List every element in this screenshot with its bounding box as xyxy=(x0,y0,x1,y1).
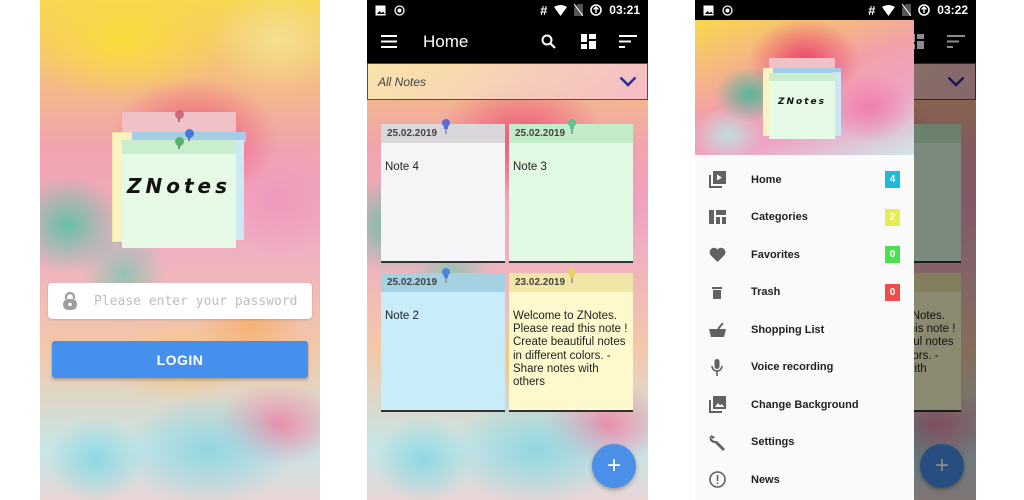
data-saver-icon xyxy=(590,4,603,16)
grid-layout-icon[interactable] xyxy=(568,20,608,63)
drawer-item-label: News xyxy=(751,473,780,486)
note-card[interactable]: 25.02.2019 Note 2 xyxy=(381,268,505,410)
password-input[interactable] xyxy=(88,293,312,309)
logo-text: ZNotes xyxy=(777,97,826,107)
sort-icon[interactable] xyxy=(608,20,648,63)
note-text: Note 2 xyxy=(385,310,419,322)
note-card[interactable]: 25.02.2019 Note 4 xyxy=(381,119,505,261)
status-time: 03:21 xyxy=(609,3,640,17)
drawer-header: ZNotes xyxy=(695,20,914,155)
app-bar-title: Home xyxy=(423,31,469,51)
record-notification-icon xyxy=(394,4,405,16)
note-date: 25.02.2019 xyxy=(387,277,438,288)
home-screen: # 03:21 Home All Notes 25.02.2019 Note 4… xyxy=(367,0,648,500)
trash-icon xyxy=(707,282,727,302)
chevron-down-icon[interactable] xyxy=(619,76,637,87)
no-sim-icon xyxy=(574,4,584,16)
lock-icon xyxy=(52,283,88,319)
drawer-item-label: Favorites xyxy=(751,248,800,261)
note-date: 25.02.2019 xyxy=(387,128,438,139)
video-library-icon xyxy=(707,170,727,190)
note-text: Welcome to ZNotes. Please read this note… xyxy=(513,310,628,389)
wifi-icon xyxy=(882,4,896,16)
login-button[interactable]: LOGIN xyxy=(52,341,308,378)
note-text: Note 3 xyxy=(513,161,547,173)
image-notification-icon xyxy=(375,5,386,16)
category-selector[interactable]: All Notes xyxy=(367,63,648,100)
note-date-bar: 23.02.2019 xyxy=(509,268,633,292)
microphone-icon xyxy=(707,357,727,377)
drawer-item-label: Categories xyxy=(751,211,808,224)
wrench-icon xyxy=(707,432,727,452)
category-selected-label: All Notes xyxy=(378,74,427,89)
hamburger-menu-icon[interactable] xyxy=(367,20,411,63)
drawer-item-news[interactable]: News xyxy=(695,461,914,499)
image-notification-icon xyxy=(703,5,714,16)
drawer-item-settings[interactable]: Settings xyxy=(695,424,914,462)
logo-text: ZNotes xyxy=(126,174,231,198)
record-notification-icon xyxy=(722,4,733,16)
note-date-bar: 25.02.2019 xyxy=(381,268,505,292)
note-text: Note 4 xyxy=(385,161,419,173)
drawer-item-shopping-list[interactable]: Shopping List xyxy=(695,311,914,349)
no-sim-icon xyxy=(902,4,912,16)
drawer-item-trash[interactable]: Trash 0 xyxy=(695,274,914,312)
count-badge: 4 xyxy=(885,171,900,189)
drawer-screen: # 03:22 Welcome to ZNotes. Please read t… xyxy=(695,0,976,500)
drawer-menu: Home 4 Categories 2 Favorites 0 Trash 0 xyxy=(695,155,914,499)
status-time: 03:22 xyxy=(937,3,968,17)
hash-icon: # xyxy=(868,2,876,18)
drawer-item-label: Change Background xyxy=(751,398,859,411)
drawer-item-label: Settings xyxy=(751,436,795,449)
pin-icon xyxy=(441,119,451,134)
count-badge: 2 xyxy=(885,208,900,226)
add-note-button[interactable]: + xyxy=(592,444,636,488)
count-badge: 0 xyxy=(885,283,900,301)
basket-icon xyxy=(707,320,727,340)
app-logo: ZNotes xyxy=(112,110,252,252)
login-screen: ZNotes LOGIN xyxy=(40,0,320,500)
note-date-bar: 25.02.2019 xyxy=(509,119,633,143)
status-bar: # 03:21 xyxy=(367,0,648,20)
navigation-drawer: ZNotes Home 4 Categories 2 Favorites 0 T… xyxy=(695,20,914,500)
count-badge: 0 xyxy=(885,246,900,264)
pin-icon xyxy=(441,268,451,283)
info-circle-icon xyxy=(707,470,727,490)
drawer-item-label: Trash xyxy=(751,286,781,299)
pin-icon xyxy=(567,268,577,283)
note-date-bar: 25.02.2019 xyxy=(381,119,505,143)
password-field[interactable] xyxy=(48,283,312,319)
dashboard-icon xyxy=(707,207,727,227)
heart-icon xyxy=(707,245,727,265)
hash-icon: # xyxy=(540,2,548,18)
note-date: 25.02.2019 xyxy=(515,128,566,139)
pin-icon xyxy=(567,119,577,134)
pin-icon xyxy=(175,137,184,149)
note-date: 23.02.2019 xyxy=(515,277,566,288)
note-card[interactable]: 25.02.2019 Note 3 xyxy=(509,119,633,261)
drawer-item-categories[interactable]: Categories 2 xyxy=(695,199,914,237)
screenshot-canvas: ZNotes LOGIN # 03:21 Home All Notes 25.0… xyxy=(0,0,1024,500)
status-bar: # 03:22 xyxy=(695,0,976,20)
drawer-item-favorites[interactable]: Favorites 0 xyxy=(695,236,914,274)
pin-icon xyxy=(175,110,184,122)
drawer-item-voice-recording[interactable]: Voice recording xyxy=(695,349,914,387)
search-icon[interactable] xyxy=(528,20,568,63)
note-card[interactable]: 23.02.2019 Welcome to ZNotes. Please rea… xyxy=(509,268,633,410)
drawer-item-change-background[interactable]: Change Background xyxy=(695,386,914,424)
drawer-item-label: Home xyxy=(751,173,782,186)
app-logo: ZNotes xyxy=(763,58,843,148)
drawer-item-label: Shopping List xyxy=(751,323,825,336)
wifi-icon xyxy=(554,4,568,16)
photo-library-icon xyxy=(707,395,727,415)
drawer-item-label: Voice recording xyxy=(751,361,834,374)
pin-icon xyxy=(185,129,194,141)
app-bar: Home xyxy=(367,20,648,63)
drawer-item-home[interactable]: Home 4 xyxy=(695,161,914,199)
data-saver-icon xyxy=(918,4,931,16)
